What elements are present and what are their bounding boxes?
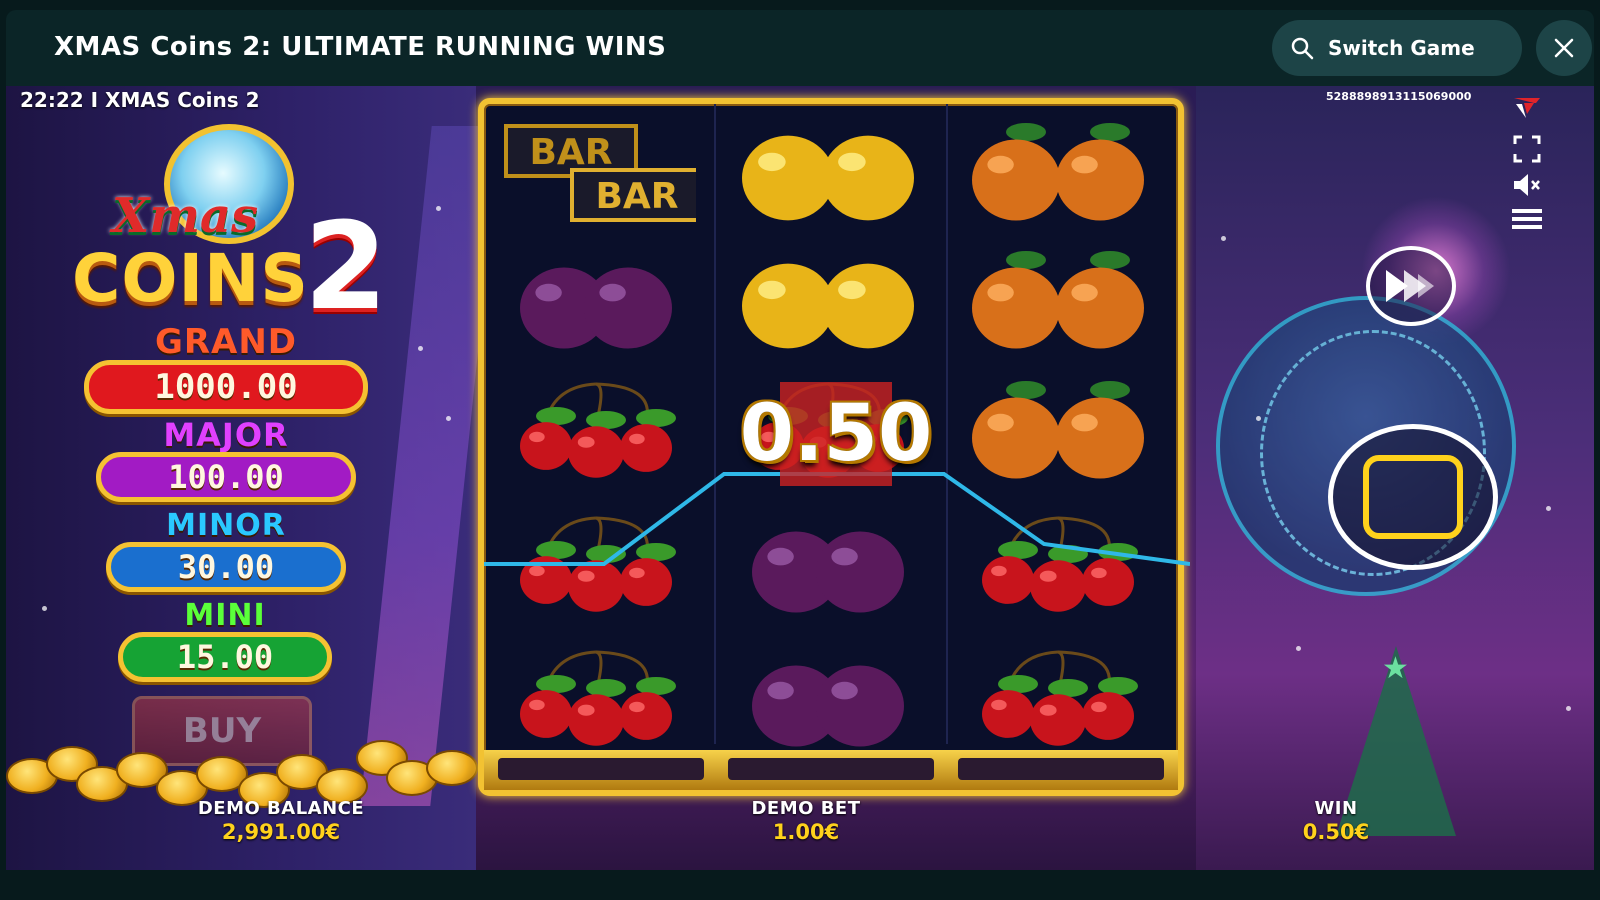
- jackpot-mini: MINI 15.00: [118, 598, 332, 682]
- menu-button[interactable]: [1510, 202, 1544, 236]
- svg-text:BAR: BAR: [529, 132, 612, 173]
- fullscreen-button[interactable]: [1510, 132, 1544, 166]
- fast-forward-icon: [1386, 270, 1434, 302]
- bar-symbol: BAR BAR: [496, 118, 704, 228]
- jackpot-major-value: 100.00: [96, 452, 356, 502]
- jackpot-mini-label: MINI: [184, 598, 266, 633]
- reel-tray: [484, 750, 1178, 790]
- jackpot-minor-value: 30.00: [106, 542, 346, 592]
- switch-game-button[interactable]: Switch Game: [1272, 20, 1522, 76]
- jackpot-major: MAJOR 100.00: [96, 416, 356, 502]
- jackpot-grand-value: 1000.00: [84, 360, 368, 414]
- search-icon: [1291, 37, 1314, 60]
- sound-button[interactable]: [1510, 168, 1544, 202]
- menu-icon: [1512, 209, 1542, 229]
- bet-value[interactable]: 1.00€: [706, 820, 906, 844]
- plum-symbol: [496, 246, 696, 356]
- game-canvas[interactable]: ★ 22:22 I XMAS Coins 2 52888989131150690…: [6, 86, 1594, 870]
- sound-muted-icon: [1514, 174, 1540, 196]
- jackpot-grand: GRAND 1000.00: [84, 322, 368, 414]
- lemon-symbol: [728, 118, 928, 228]
- turbo-button[interactable]: [1366, 246, 1456, 326]
- bet-label: DEMO BET: [751, 798, 861, 819]
- clock-and-game-name: 22:22 I XMAS Coins 2: [20, 88, 260, 112]
- game-title: XMAS Coins 2: ULTIMATE RUNNING WINS: [54, 32, 667, 62]
- balance-value: 2,991.00€: [221, 820, 341, 844]
- cherry-symbol: [496, 644, 696, 754]
- win-value: 0.50€: [1302, 820, 1370, 844]
- round-id: 5288898913115069000: [1326, 90, 1472, 103]
- jackpot-minor: MINOR 30.00: [106, 508, 346, 592]
- orange-symbol: [958, 376, 1158, 486]
- jackpot-minor-label: MINOR: [166, 508, 286, 543]
- star-icon: ★: [1382, 651, 1409, 686]
- cherry-symbol: [958, 644, 1158, 754]
- orange-symbol: [958, 118, 1158, 228]
- reel-grid: BAR BAR 0.50: [478, 98, 1190, 796]
- jackpot-major-label: MAJOR: [163, 416, 289, 454]
- orange-symbol: [958, 246, 1158, 356]
- lemon-symbol: [728, 246, 928, 356]
- plum-symbol: [728, 644, 928, 754]
- svg-text:BAR: BAR: [595, 176, 678, 217]
- jackpot-mini-value: 15.00: [118, 632, 332, 682]
- footer-bar: [0, 870, 1600, 900]
- cherry-symbol: [496, 376, 696, 486]
- logo-number: 2: [304, 198, 388, 337]
- cherry-symbol: [496, 510, 696, 620]
- logo-xmas-text: Xmas: [112, 188, 259, 244]
- plum-symbol: [728, 510, 928, 620]
- coin-pile-decoration: [6, 736, 486, 808]
- jackpot-grand-label: GRAND: [154, 322, 298, 362]
- cherry-symbol: [958, 510, 1158, 620]
- spin-icon: [1363, 455, 1463, 539]
- balance-label: DEMO BALANCE: [197, 798, 365, 819]
- spin-button[interactable]: [1328, 424, 1498, 570]
- win-amount-popup: 0.50: [739, 389, 933, 479]
- close-icon: [1554, 38, 1574, 58]
- top-bar: XMAS Coins 2: ULTIMATE RUNNING WINS Swit…: [6, 10, 1594, 86]
- switch-game-label: Switch Game: [1328, 36, 1475, 60]
- close-button[interactable]: [1536, 20, 1592, 76]
- fullscreen-icon: [1513, 135, 1541, 163]
- logo-coins-text: COINS: [72, 240, 309, 317]
- game-logo: Xmas COINS 2: [68, 120, 398, 328]
- brand-logo-icon: [1514, 98, 1540, 118]
- win-label: WIN: [1314, 798, 1358, 819]
